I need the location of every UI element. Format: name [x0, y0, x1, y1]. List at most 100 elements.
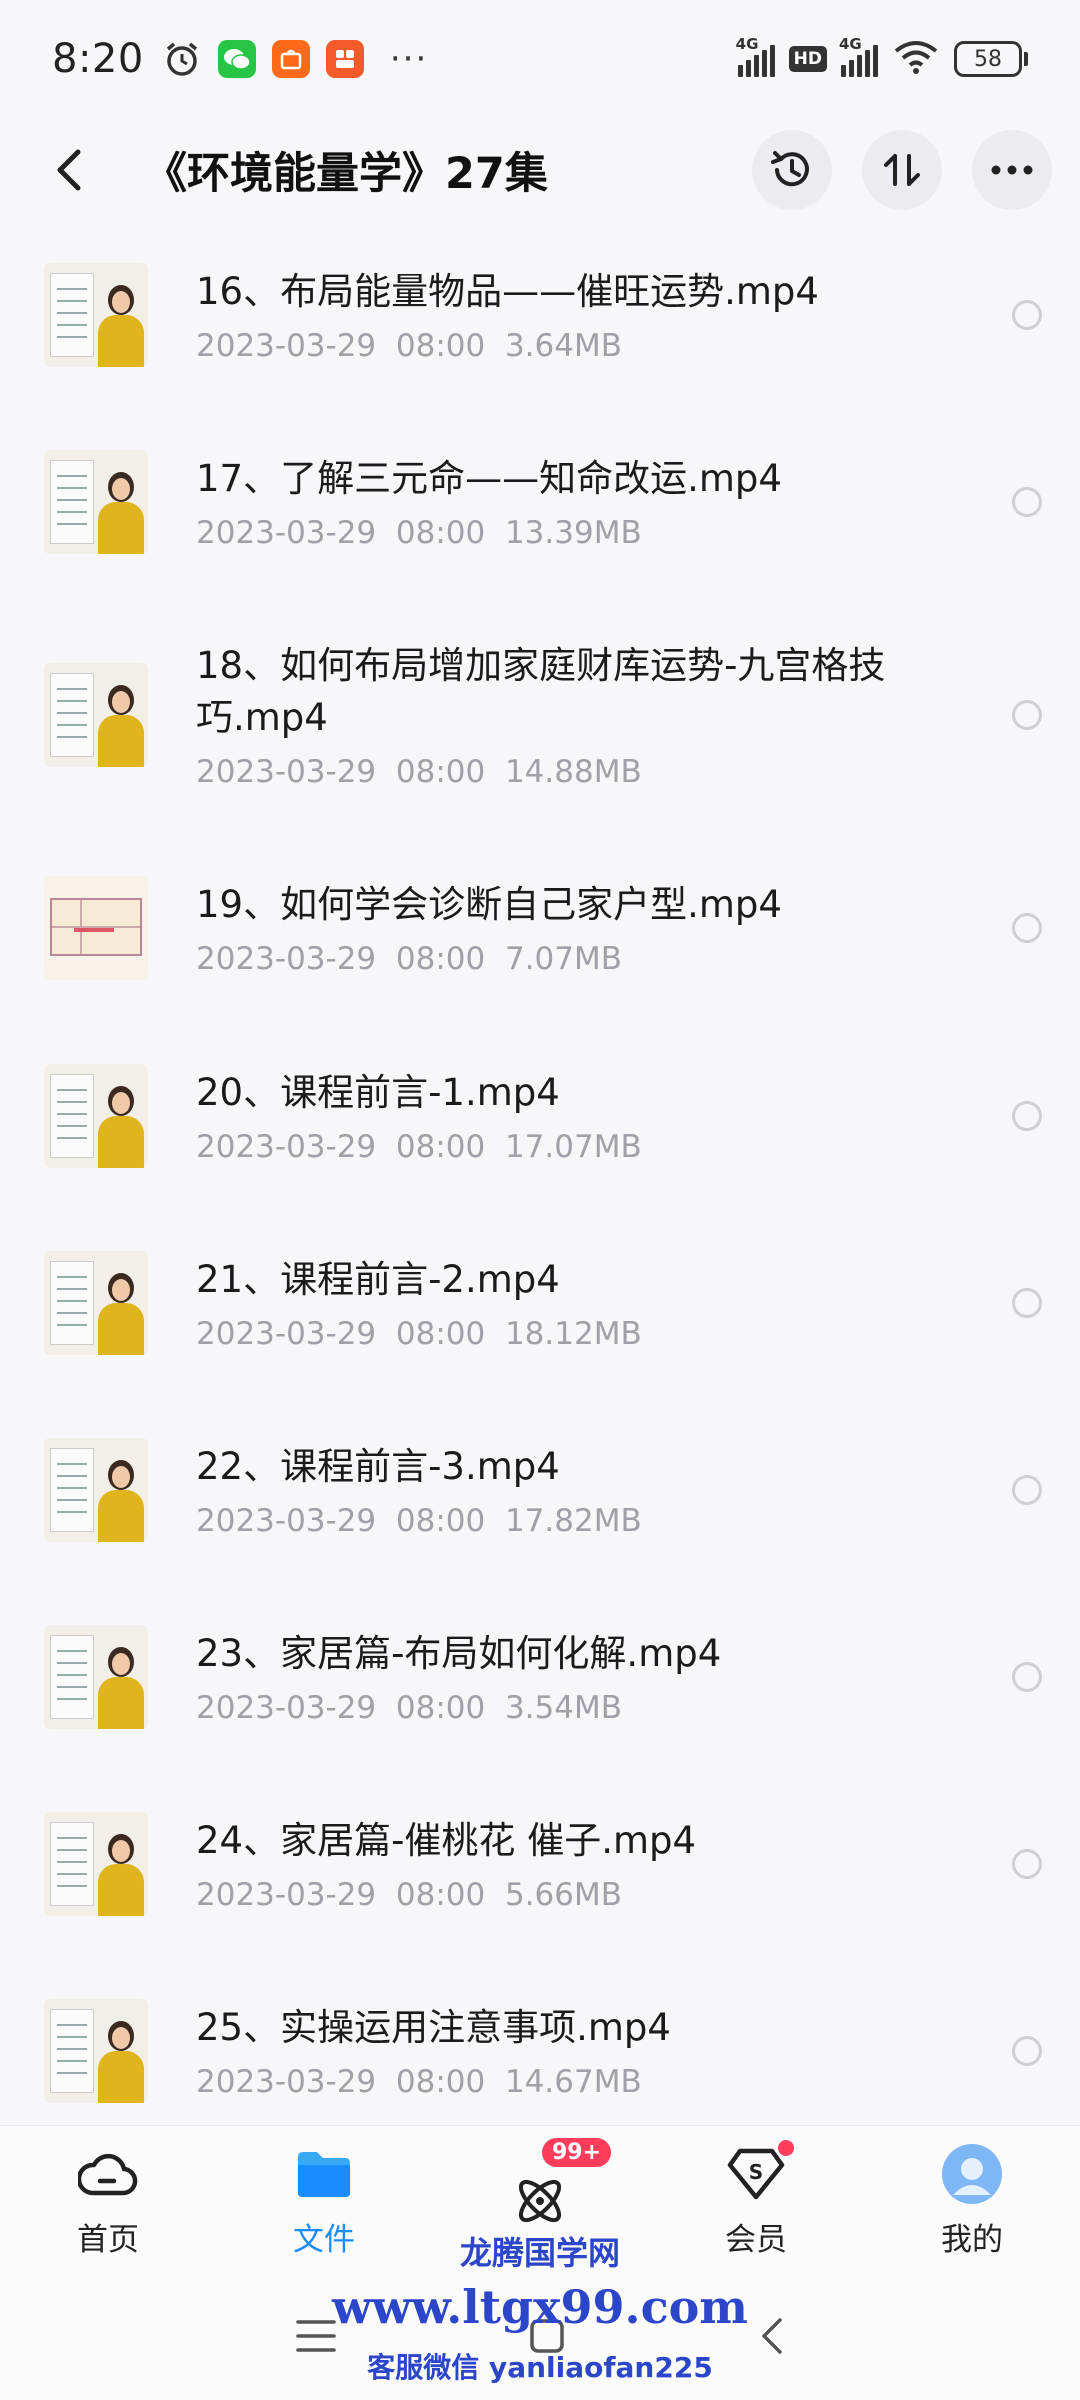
file-row[interactable]: 25、实操运用注意事项.mp4 2023-03-29 08:00 14.67MB	[0, 1957, 1080, 2144]
status-bar: 8:20 ··· 4G HD 4G 58	[0, 0, 1080, 118]
sort-button[interactable]	[862, 130, 942, 210]
file-time: 08:00	[395, 1315, 486, 1352]
more-button[interactable]	[972, 130, 1052, 210]
select-radio[interactable]	[1012, 487, 1042, 517]
file-time: 08:00	[395, 1689, 486, 1726]
video-thumbnail	[44, 1063, 148, 1168]
watermark-text: 龙腾国学网	[459, 2234, 620, 2272]
video-thumbnail	[44, 450, 148, 554]
watermark-url: www.ltgx99.com	[332, 2280, 748, 2334]
file-size: 5.66MB	[504, 1876, 622, 1913]
video-thumbnail	[44, 1998, 148, 2103]
network-type-label: 4G	[839, 35, 862, 53]
wifi-icon	[892, 39, 940, 79]
file-size: 3.64MB	[504, 328, 622, 364]
file-name: 22、课程前言-3.mp4	[196, 1444, 560, 1488]
file-time: 08:00	[395, 941, 486, 977]
battery-level: 58	[954, 41, 1022, 77]
atom-icon	[508, 2169, 572, 2233]
file-name: 21、课程前言-2.mp4	[196, 1257, 560, 1301]
file-row[interactable]: 20、课程前言-1.mp4 2023-03-29 08:00 17.07MB	[0, 1022, 1080, 1209]
history-button[interactable]	[752, 130, 832, 210]
file-size: 7.07MB	[504, 941, 622, 977]
network-type-label: 4G	[735, 35, 759, 53]
file-row[interactable]: 21、课程前言-2.mp4 2023-03-29 08:00 18.12MB	[0, 1209, 1080, 1396]
file-meta: 2023-03-29 08:00 18.12MB	[196, 1316, 1040, 1352]
hd-badge: HD	[788, 46, 827, 72]
file-time: 08:00	[395, 754, 486, 790]
notification-dot	[778, 2140, 794, 2156]
file-list: 16、布局能量物品——催旺运势.mp4 2023-03-29 08:00 3.6…	[0, 222, 1080, 2144]
file-row[interactable]: 19、如何学会诊断自己家户型.mp4 2023-03-29 08:00 7.07…	[0, 834, 1080, 1022]
status-time: 8:20	[52, 36, 144, 82]
select-radio[interactable]	[1012, 1661, 1042, 1692]
watermark-contact: 客服微信 yanliaofan225	[367, 2351, 713, 2384]
folder-icon	[292, 2142, 356, 2206]
video-thumbnail	[44, 876, 148, 980]
cloud-icon	[76, 2142, 140, 2206]
file-name: 23、家居篇-布局如何化解.mp4	[196, 1631, 722, 1675]
video-thumbnail	[44, 263, 148, 367]
file-name: 16、布局能量物品——催旺运势.mp4	[196, 270, 819, 313]
file-size: 18.12MB	[504, 1315, 642, 1352]
file-size: 14.67MB	[504, 2063, 642, 2100]
video-thumbnail	[44, 1624, 148, 1729]
file-time: 08:00	[395, 515, 486, 551]
file-size: 14.88MB	[504, 754, 642, 790]
file-meta: 2023-03-29 08:00 3.64MB	[196, 328, 1040, 364]
file-row[interactable]: 22、课程前言-3.mp4 2023-03-29 08:00 17.82MB	[0, 1396, 1080, 1583]
video-thumbnail	[44, 1250, 148, 1355]
file-row[interactable]: 16、布局能量物品——催旺运势.mp4 2023-03-29 08:00 3.6…	[0, 222, 1080, 408]
sort-icon	[884, 154, 920, 186]
page-title: 《环境能量学》27集	[144, 149, 548, 199]
select-radio[interactable]	[1012, 913, 1042, 943]
wechat-icon	[217, 40, 256, 78]
file-name: 18、如何布局增加家庭财库运势-九宫格技巧.mp4	[196, 644, 886, 739]
file-time: 08:00	[395, 1502, 486, 1539]
file-meta: 2023-03-29 08:00 13.39MB	[196, 515, 1040, 551]
file-time: 08:00	[395, 2063, 486, 2100]
file-date: 2023-03-29	[196, 1502, 377, 1539]
select-radio[interactable]	[1012, 1287, 1042, 1318]
avatar	[940, 2142, 1004, 2206]
file-meta: 2023-03-29 08:00 3.54MB	[196, 1690, 1040, 1726]
file-meta: 2023-03-29 08:00 14.88MB	[196, 754, 1040, 790]
file-name: 17、了解三元命——知命改运.mp4	[196, 457, 782, 500]
file-date: 2023-03-29	[196, 1876, 377, 1913]
file-row[interactable]: 17、了解三元命——知命改运.mp4 2023-03-29 08:00 13.3…	[0, 408, 1080, 596]
battery-icon: 58	[954, 41, 1028, 77]
file-row[interactable]: 18、如何布局增加家庭财库运势-九宫格技巧.mp4 2023-03-29 08:…	[0, 596, 1080, 834]
more-notifications-icon: ···	[389, 39, 429, 79]
select-radio[interactable]	[1012, 1848, 1042, 1879]
file-meta: 2023-03-29 08:00 17.82MB	[196, 1503, 1040, 1539]
select-radio[interactable]	[1012, 1100, 1042, 1131]
signal-icon: 4G	[839, 35, 878, 77]
file-row[interactable]: 23、家居篇-布局如何化解.mp4 2023-03-29 08:00 3.54M…	[0, 1583, 1080, 1770]
file-meta: 2023-03-29 08:00 7.07MB	[196, 941, 1040, 977]
select-radio[interactable]	[1012, 1474, 1042, 1505]
file-meta: 2023-03-29 08:00 14.67MB	[196, 2064, 1040, 2100]
file-time: 08:00	[395, 1876, 486, 1913]
history-icon	[771, 151, 809, 187]
video-thumbnail	[44, 1811, 148, 1916]
file-name: 19、如何学会诊断自己家户型.mp4	[196, 883, 782, 926]
select-radio[interactable]	[1012, 300, 1042, 330]
video-thumbnail	[44, 663, 148, 767]
file-meta: 2023-03-29 08:00 17.07MB	[196, 1129, 1040, 1165]
file-size: 3.54MB	[504, 1689, 622, 1726]
taobao-icon	[271, 40, 310, 78]
notification-badge: 99+	[542, 2138, 612, 2167]
svg-text:S: S	[749, 2160, 763, 2184]
select-radio[interactable]	[1012, 2035, 1042, 2066]
file-date: 2023-03-29	[196, 754, 377, 790]
file-time: 08:00	[395, 1128, 486, 1165]
alarm-icon	[162, 39, 202, 79]
select-radio[interactable]	[1012, 700, 1042, 730]
file-row[interactable]: 24、家居篇-催桃花 催子.mp4 2023-03-29 08:00 5.66M…	[0, 1770, 1080, 1957]
back-button[interactable]	[40, 130, 96, 210]
file-size: 17.07MB	[504, 1128, 642, 1165]
file-date: 2023-03-29	[196, 2063, 377, 2100]
signal-icon: 4G	[736, 35, 775, 77]
header: 《环境能量学》27集	[0, 118, 1080, 222]
file-meta: 2023-03-29 08:00 5.66MB	[196, 1877, 1040, 1913]
